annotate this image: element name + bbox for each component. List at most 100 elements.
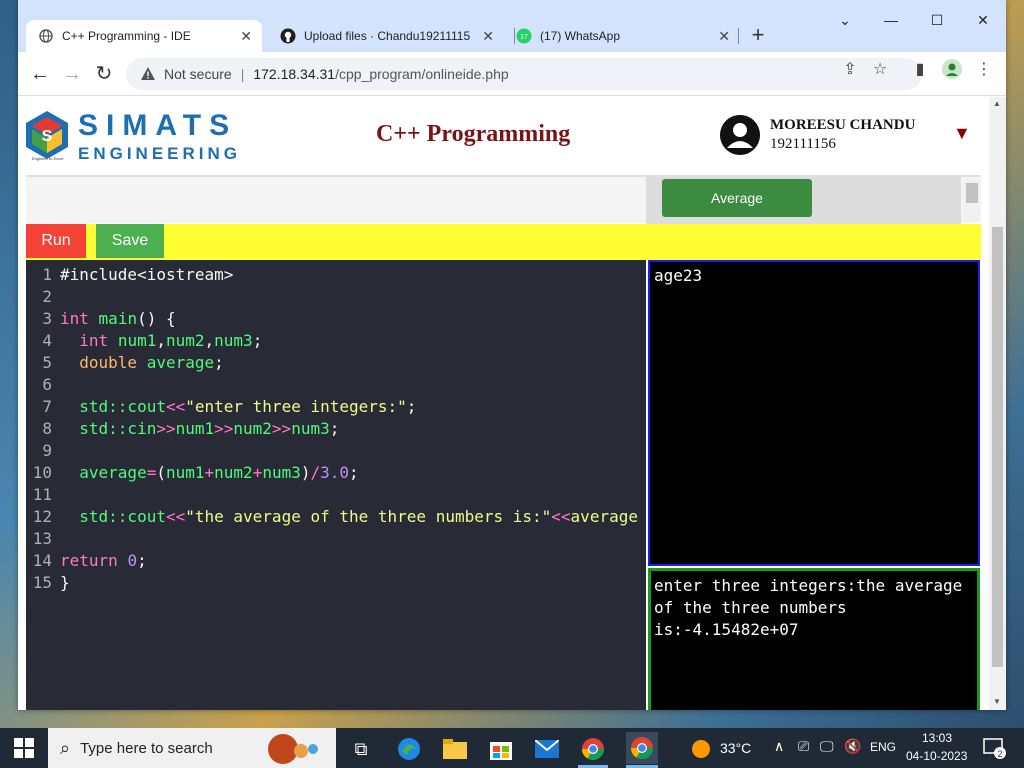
code-line[interactable]: 11 bbox=[26, 484, 646, 506]
weather-temperature[interactable]: 33°C bbox=[720, 740, 751, 756]
bookmark-star-icon[interactable]: ☆ bbox=[868, 59, 892, 79]
code-token: int bbox=[60, 309, 89, 328]
taskbar-search-box[interactable]: ⌕ Type here to search bbox=[48, 728, 336, 768]
code-token: + bbox=[204, 463, 215, 482]
code-line[interactable]: 2 bbox=[26, 286, 646, 308]
input-language[interactable]: ENG bbox=[870, 740, 896, 754]
code-line[interactable]: 6 bbox=[26, 374, 646, 396]
code-token: ; bbox=[406, 397, 417, 416]
code-line[interactable]: 1 #include<iostream> bbox=[26, 264, 646, 286]
save-button[interactable]: Save bbox=[96, 224, 164, 258]
avatar[interactable] bbox=[720, 115, 760, 155]
code-line[interactable]: 8 std::cin>>num1>>num2>>num3; bbox=[26, 418, 646, 440]
code-line[interactable]: 15} bbox=[26, 572, 646, 594]
maximize-button[interactable]: ☐ bbox=[914, 12, 960, 29]
code-token: "enter three integers:" bbox=[185, 397, 407, 416]
tray-chevron-icon[interactable]: ∧ bbox=[774, 738, 784, 755]
code-token: ) bbox=[300, 463, 311, 482]
page-scrollbar[interactable]: ▲ ▼ bbox=[989, 97, 1006, 710]
code-token: num2 bbox=[214, 463, 253, 482]
search-icon: ⌕ bbox=[60, 737, 71, 758]
meet-now-icon[interactable]: ⎚ bbox=[798, 738, 809, 755]
code-line[interactable]: 4 int num1,num2,num3; bbox=[26, 330, 646, 352]
clock-time[interactable]: 13:03 bbox=[922, 731, 952, 745]
minimize-button[interactable]: — bbox=[868, 12, 914, 28]
network-icon[interactable]: 🖵 bbox=[820, 738, 834, 755]
microsoft-store-icon[interactable] bbox=[488, 736, 514, 762]
forward-icon[interactable]: → bbox=[60, 62, 84, 86]
whatsapp-icon: 17 bbox=[516, 28, 532, 44]
profile-icon[interactable] bbox=[940, 59, 964, 84]
code-token: std::cout bbox=[79, 507, 166, 526]
code-token: average bbox=[146, 353, 215, 372]
code-token: std::cout bbox=[79, 397, 166, 416]
scrollbar-thumb[interactable] bbox=[992, 227, 1003, 667]
user-menu-caret-icon[interactable]: ▼ bbox=[953, 123, 971, 144]
problem-scrollbar[interactable] bbox=[964, 179, 980, 221]
close-window-button[interactable]: ✕ bbox=[960, 12, 1006, 29]
task-view-icon[interactable]: ⧉ bbox=[348, 736, 374, 762]
svg-text:S: S bbox=[42, 128, 53, 145]
mail-icon[interactable] bbox=[534, 736, 560, 762]
problem-average-button[interactable]: Average bbox=[662, 179, 812, 217]
volume-muted-icon[interactable]: 🔇 bbox=[844, 738, 861, 755]
line-number: 4 bbox=[42, 331, 52, 350]
new-tab-button[interactable]: + bbox=[746, 24, 770, 46]
code-token: num3 bbox=[214, 331, 253, 350]
code-editor[interactable]: 1 #include<iostream> 2 3 int main() {4 int n… bbox=[26, 260, 646, 710]
clock-date[interactable]: 04-10-2023 bbox=[906, 749, 967, 763]
code-token: num1 bbox=[175, 419, 215, 438]
code-line[interactable]: 10 average=(num1+num2+num3)/3.0; bbox=[26, 462, 646, 484]
notification-count: 2 bbox=[997, 749, 1002, 759]
tab-cpp-ide[interactable]: C++ Programming - IDE ✕ bbox=[26, 20, 262, 52]
code-token: >> bbox=[271, 419, 292, 438]
code-line[interactable]: 3 int main() { bbox=[26, 308, 646, 330]
weather-sun-icon[interactable] bbox=[688, 736, 714, 762]
code-line[interactable]: 9 bbox=[26, 440, 646, 462]
address-bar[interactable]: Not secure | 172.18.34.31/cpp_program/on… bbox=[126, 58, 922, 90]
menu-kebab-icon[interactable]: ⋮ bbox=[972, 59, 996, 79]
tab-search-icon[interactable]: ⌄ bbox=[822, 12, 868, 29]
reload-icon[interactable]: ↻ bbox=[92, 62, 116, 86]
tab-whatsapp[interactable]: 17 (17) WhatsApp ✕ bbox=[504, 20, 740, 52]
code-token: + bbox=[252, 463, 263, 482]
code-line[interactable]: 5 double average; bbox=[26, 352, 646, 374]
url-path: /cpp_program/onlineide.php bbox=[335, 66, 509, 82]
close-icon[interactable]: ✕ bbox=[240, 28, 252, 45]
page-title: C++ Programming bbox=[376, 121, 571, 147]
page-viewport: S SIMATS ENGINEERING Engineer to Excel C… bbox=[18, 97, 989, 710]
tab-upload-files[interactable]: Upload files · Chandu19211115 ✕ bbox=[268, 20, 504, 52]
browser-window: C++ Programming - IDE ✕ Upload files · C… bbox=[18, 0, 1006, 710]
warning-icon bbox=[141, 67, 155, 80]
line-number: 7 bbox=[42, 397, 52, 416]
run-button[interactable]: Run bbox=[26, 224, 86, 258]
chrome-icon[interactable] bbox=[580, 736, 606, 762]
file-explorer-icon[interactable] bbox=[442, 736, 468, 762]
code-token: ; bbox=[252, 331, 263, 350]
code-token: >> bbox=[156, 419, 176, 438]
code-line[interactable]: 13 bbox=[26, 528, 646, 550]
side-panel-icon[interactable]: ▮ bbox=[908, 59, 932, 79]
taskbar: ⌕ Type here to search ⧉ 33°C ∧ ⎚ 🖵 🔇 ENG… bbox=[0, 728, 1024, 768]
code-line[interactable]: 14 return 0; bbox=[26, 550, 646, 572]
tab-strip: C++ Programming - IDE ✕ Upload files · C… bbox=[18, 0, 1006, 52]
stdin-input-pane[interactable]: age23 bbox=[648, 260, 980, 566]
code-token: num3 bbox=[291, 419, 330, 438]
share-icon[interactable]: ⇪ bbox=[838, 59, 862, 79]
code-line[interactable]: 7 std::cout<<"enter three integers:"; bbox=[26, 396, 646, 418]
code-token: average bbox=[570, 507, 638, 526]
close-icon[interactable]: ✕ bbox=[718, 28, 730, 45]
code-token: num1 bbox=[117, 331, 157, 350]
edge-browser-icon[interactable] bbox=[396, 736, 422, 762]
notification-icon[interactable]: 2 bbox=[982, 736, 1008, 762]
code-token: ; bbox=[214, 353, 224, 372]
code-token: } bbox=[60, 573, 70, 592]
chrome-profile-icon[interactable] bbox=[626, 732, 658, 764]
back-icon[interactable]: ← bbox=[28, 62, 52, 86]
globe-icon bbox=[38, 28, 54, 44]
close-icon[interactable]: ✕ bbox=[482, 28, 494, 45]
windows-start-icon[interactable] bbox=[14, 738, 34, 758]
code-line[interactable]: 12 std::cout<<"the average of the three … bbox=[26, 506, 646, 528]
